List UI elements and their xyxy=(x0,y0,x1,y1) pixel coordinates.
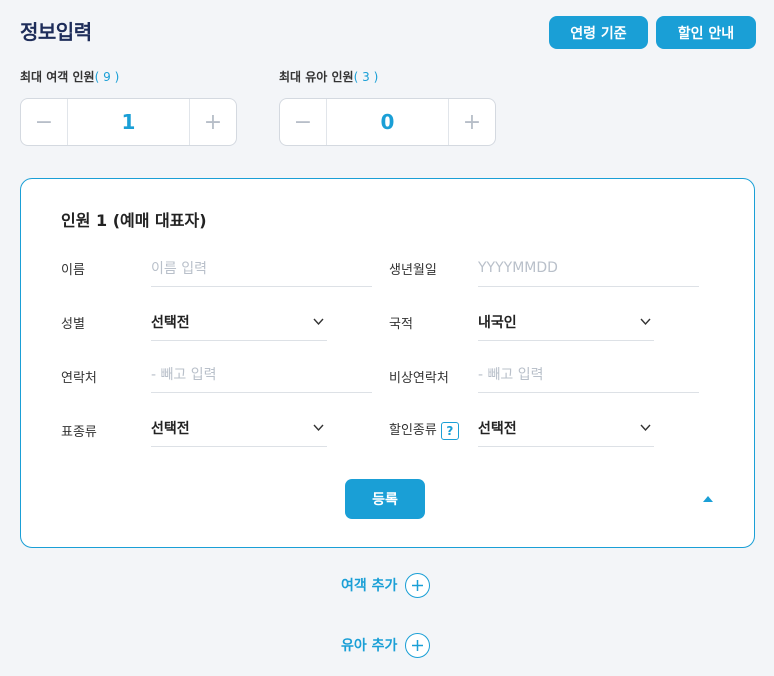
birth-input[interactable]: YYYYMMDD xyxy=(478,249,699,287)
nationality-selected-value: 내국인 xyxy=(478,314,517,331)
emergency-label: 비상연락처 xyxy=(389,371,449,386)
age-criteria-button[interactable]: 연령 기준 xyxy=(549,16,648,49)
infant-stepper: − 0 + xyxy=(279,98,496,146)
chevron-down-icon xyxy=(313,424,324,432)
card-title: 인원 1 (예매 대표자) xyxy=(61,211,207,230)
ticket-type-label: 표종류 xyxy=(61,425,97,440)
register-button[interactable]: 등록 xyxy=(345,479,425,519)
phone-input[interactable]: - 빼고 입력 xyxy=(151,355,372,393)
adult-max-label: 최대 여객 인원( 9 ) xyxy=(20,68,119,85)
discount-type-selected-value: 선택전 xyxy=(478,420,517,437)
ticket-type-select[interactable]: 선택전 xyxy=(151,409,327,447)
infant-max-count: ( 3 ) xyxy=(353,70,379,84)
adult-minus-button[interactable]: − xyxy=(21,99,68,145)
adult-plus-button[interactable]: + xyxy=(189,99,236,145)
adult-max-label-text: 최대 여객 인원 xyxy=(20,70,95,84)
adult-max-count: ( 9 ) xyxy=(94,70,120,84)
name-input[interactable]: 이름 입력 xyxy=(151,249,372,287)
infant-plus-button[interactable]: + xyxy=(448,99,495,145)
add-passenger-label: 여객 추가 xyxy=(341,578,398,594)
chevron-down-icon xyxy=(640,318,651,326)
phone-placeholder: - 빼고 입력 xyxy=(151,366,217,383)
passenger-card: 인원 1 (예매 대표자) 이름 이름 입력 생년월일 YYYYMMDD 성별 … xyxy=(20,178,755,548)
chevron-down-icon xyxy=(640,424,651,432)
discount-type-label-text: 할인종류 xyxy=(389,423,437,438)
question-icon[interactable]: ? xyxy=(440,421,459,440)
infant-max-label-text: 최대 유아 인원 xyxy=(279,70,354,84)
nationality-label: 국적 xyxy=(389,317,413,332)
discount-info-button[interactable]: 할인 안내 xyxy=(656,16,756,49)
emergency-placeholder: - 빼고 입력 xyxy=(478,366,544,383)
gender-label: 성별 xyxy=(61,317,85,332)
birth-label: 생년월일 xyxy=(389,263,437,278)
name-label: 이름 xyxy=(61,263,85,278)
infant-count-value: 0 xyxy=(380,110,395,134)
adult-count-value: 1 xyxy=(121,110,136,134)
plus-circle-icon xyxy=(405,632,431,658)
phone-label: 연락처 xyxy=(61,371,97,386)
gender-select[interactable]: 선택전 xyxy=(151,303,327,341)
plus-circle-icon xyxy=(405,572,431,598)
add-infant-button[interactable]: 유아 추가 xyxy=(341,632,431,658)
discount-type-label: 할인종류? xyxy=(389,419,459,440)
infant-minus-button[interactable]: − xyxy=(280,99,327,145)
infant-max-label: 최대 유아 인원( 3 ) xyxy=(279,68,378,85)
add-infant-label: 유아 추가 xyxy=(341,638,398,654)
add-passenger-button[interactable]: 여객 추가 xyxy=(341,572,431,598)
ticket-type-selected-value: 선택전 xyxy=(151,420,190,437)
caret-up-icon[interactable] xyxy=(703,495,713,503)
adult-stepper: − 1 + xyxy=(20,98,237,146)
discount-type-select[interactable]: 선택전 xyxy=(478,409,654,447)
name-placeholder: 이름 입력 xyxy=(151,260,207,277)
gender-selected-value: 선택전 xyxy=(151,314,190,331)
nationality-select[interactable]: 내국인 xyxy=(478,303,654,341)
birth-placeholder: YYYYMMDD xyxy=(478,259,558,276)
page-title: 정보입력 xyxy=(20,20,92,44)
chevron-down-icon xyxy=(313,318,324,326)
emergency-input[interactable]: - 빼고 입력 xyxy=(478,355,699,393)
